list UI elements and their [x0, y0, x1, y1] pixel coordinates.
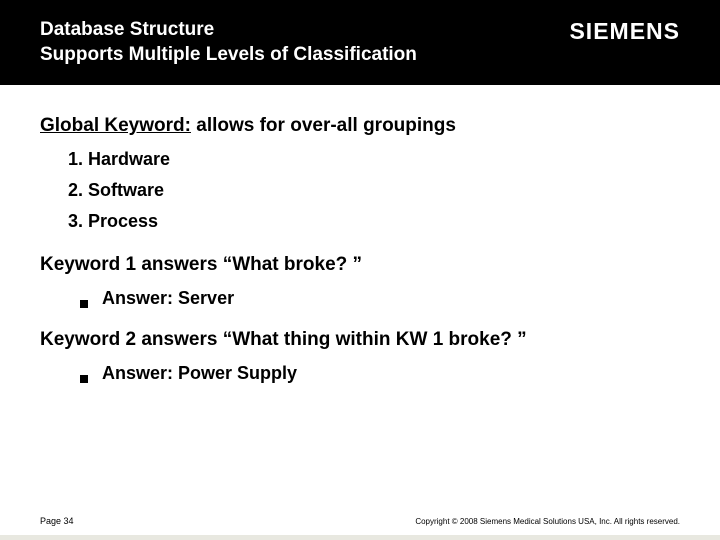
global-keyword-heading: Global Keyword: allows for over-all grou… [40, 115, 680, 137]
bottom-border [0, 535, 720, 540]
list-item: Answer: Server [80, 288, 680, 309]
page-number: Page 34 [40, 516, 74, 526]
slide-title: Database Structure Supports Multiple Lev… [40, 18, 417, 67]
heading-underlined: Global Keyword: [40, 115, 191, 136]
square-bullet-icon [80, 375, 88, 383]
list-item: 3. Process [68, 211, 680, 232]
list-item: 2. Software [68, 180, 680, 201]
siemens-logo: SIEMENS [569, 18, 680, 45]
copyright-text: Copyright © 2008 Siemens Medical Solutio… [415, 517, 680, 526]
heading-rest: allows for over-all groupings [191, 115, 456, 136]
list-item: 1. Hardware [68, 149, 680, 170]
title-line-1: Database Structure [40, 19, 214, 40]
slide-footer: Page 34 Copyright © 2008 Siemens Medical… [0, 516, 720, 526]
keyword1-answer-list: Answer: Server [80, 288, 680, 309]
slide-content: Global Keyword: allows for over-all grou… [0, 85, 720, 384]
title-line-2: Supports Multiple Levels of Classificati… [40, 44, 417, 65]
square-bullet-icon [80, 300, 88, 308]
global-keyword-list: 1. Hardware 2. Software 3. Process [68, 149, 680, 232]
keyword2-answer-list: Answer: Power Supply [80, 363, 680, 384]
keyword1-heading: Keyword 1 answers “What broke? ” [40, 254, 680, 276]
list-item: Answer: Power Supply [80, 363, 680, 384]
keyword2-heading: Keyword 2 answers “What thing within KW … [40, 329, 680, 351]
slide-header: Database Structure Supports Multiple Lev… [0, 0, 720, 85]
